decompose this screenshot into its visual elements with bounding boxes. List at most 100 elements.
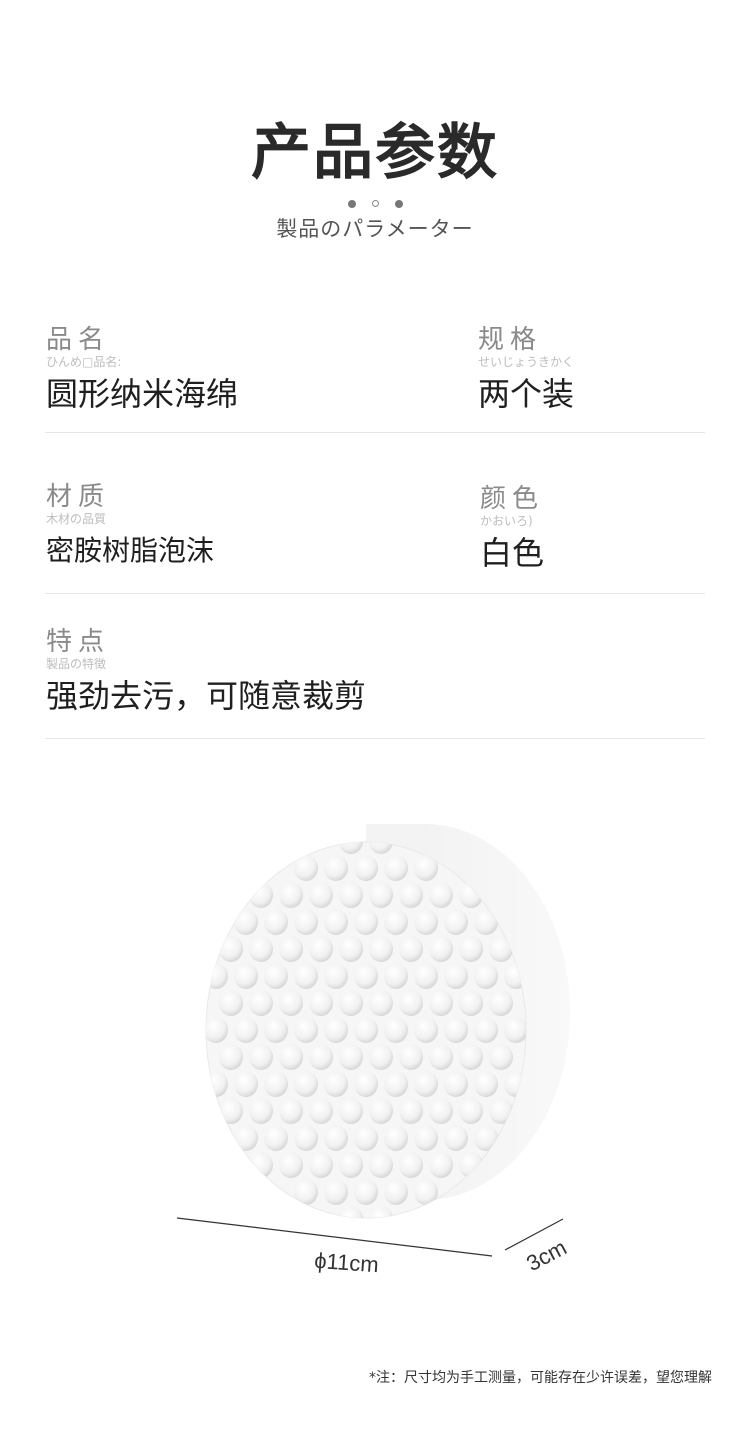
sponge-dimple (309, 1098, 333, 1124)
thickness-label: 3cm (522, 1235, 570, 1277)
sponge-dimple (294, 963, 318, 989)
sponge-dimple (249, 1152, 273, 1178)
sponge-dimple (414, 1125, 438, 1151)
sponge-dimple (219, 936, 243, 962)
sponge-dimple (339, 1152, 363, 1178)
sponge-dimple (384, 909, 408, 935)
sponge-dimple (339, 936, 363, 962)
sponge-dimple (459, 990, 483, 1016)
sponge-dimple (369, 1152, 393, 1178)
sponge-dimple (414, 909, 438, 935)
sponge-dimple (339, 1044, 363, 1070)
sponge-dimple (264, 1071, 288, 1097)
sponge-dimple (384, 1017, 408, 1043)
sponge-dimple (354, 1179, 378, 1205)
sponge-dimple (264, 963, 288, 989)
sponge-dimple (249, 882, 273, 908)
sponge-dimple (384, 1071, 408, 1097)
sponge-dimple (339, 882, 363, 908)
sponge-dimple (384, 1125, 408, 1151)
sponge-dimple (429, 1152, 453, 1178)
sponge-dimple (369, 990, 393, 1016)
sponge-dimple (264, 1125, 288, 1151)
sponge-dimple (399, 1044, 423, 1070)
sponge-dimple (429, 990, 453, 1016)
sponge-dimple (489, 1044, 513, 1070)
sponge-dimple (219, 1044, 243, 1070)
sponge-dimple (384, 1179, 408, 1205)
sponge-dimple (206, 1071, 228, 1097)
sponge-dimple (444, 1125, 468, 1151)
sponge-dimple (414, 1179, 438, 1205)
sponge-dimple (369, 936, 393, 962)
sponge-dimple (354, 855, 378, 881)
sponge-dimple (354, 1017, 378, 1043)
sponge-dimple (234, 963, 258, 989)
sponge-dimple (249, 990, 273, 1016)
sponge-dimple (219, 1098, 243, 1124)
sponge-dimple (369, 1206, 393, 1218)
sponge-dimple (234, 909, 258, 935)
sponge-dimple (264, 1017, 288, 1043)
sponge-dimple (354, 1071, 378, 1097)
sponge-dimple (384, 855, 408, 881)
sponge-dimple (294, 855, 318, 881)
sponge-dimple (324, 1125, 348, 1151)
sponge-dimple (369, 1098, 393, 1124)
sponge-dimple (249, 936, 273, 962)
sponge-dimple (249, 1098, 273, 1124)
sponge-dimple (234, 1017, 258, 1043)
sponge-dimple (206, 1017, 228, 1043)
sponge-dimple (504, 1017, 526, 1043)
sponge-dimple (429, 936, 453, 962)
sponge-dimple (279, 1098, 303, 1124)
sponge-dimple (414, 1017, 438, 1043)
sponge-dimple (309, 1044, 333, 1070)
sponge-dimple (369, 1044, 393, 1070)
sponge-dimple (444, 1071, 468, 1097)
sponge-dimple (414, 963, 438, 989)
sponge-dimple (279, 936, 303, 962)
sponge-dimple (489, 990, 513, 1016)
sponge-dimple (294, 909, 318, 935)
sponge-dimple (459, 1044, 483, 1070)
sponge-dimple (294, 1017, 318, 1043)
product-image: ϕ11cm 3cm (176, 824, 571, 1277)
sponge-dimple (279, 990, 303, 1016)
sponge-dimple (474, 1071, 498, 1097)
sponge-dimple (309, 936, 333, 962)
sponge-dimple (399, 882, 423, 908)
sponge-dimple (309, 990, 333, 1016)
sponge-dimple (294, 1179, 318, 1205)
sponge-dimple (294, 1071, 318, 1097)
sponge-dimple (414, 1071, 438, 1097)
sponge-dimple (399, 990, 423, 1016)
sponge-dimple (459, 1098, 483, 1124)
sponge-dimple (354, 963, 378, 989)
sponge-dimple (339, 1206, 363, 1218)
sponge-dimple (279, 1152, 303, 1178)
sponge-dimple (339, 990, 363, 1016)
sponge-dimple (429, 1098, 453, 1124)
sponge-dimple (354, 909, 378, 935)
sponge-dimple (279, 882, 303, 908)
sponge-dimple (324, 909, 348, 935)
sponge-dimple (309, 1152, 333, 1178)
measurement-note: *注：尺寸均为手工测量，可能存在少许误差，望您理解 (369, 1370, 712, 1386)
sponge-dimple (429, 882, 453, 908)
sponge-dimple (309, 882, 333, 908)
sponge-dimple (444, 963, 468, 989)
sponge-dimple (399, 936, 423, 962)
sponge-dimple (339, 1098, 363, 1124)
sponge-dimple (444, 909, 468, 935)
sponge-dimple (324, 855, 348, 881)
sponge-dimple (264, 909, 288, 935)
sponge-dimple (384, 963, 408, 989)
sponge-dimple (234, 1071, 258, 1097)
sponge-dimple (294, 1125, 318, 1151)
sponge-dimple (369, 882, 393, 908)
sponge-dimple (219, 990, 243, 1016)
sponge-dimple (279, 1044, 303, 1070)
sponge-dimple (324, 1071, 348, 1097)
sponge-dimple (206, 963, 228, 989)
